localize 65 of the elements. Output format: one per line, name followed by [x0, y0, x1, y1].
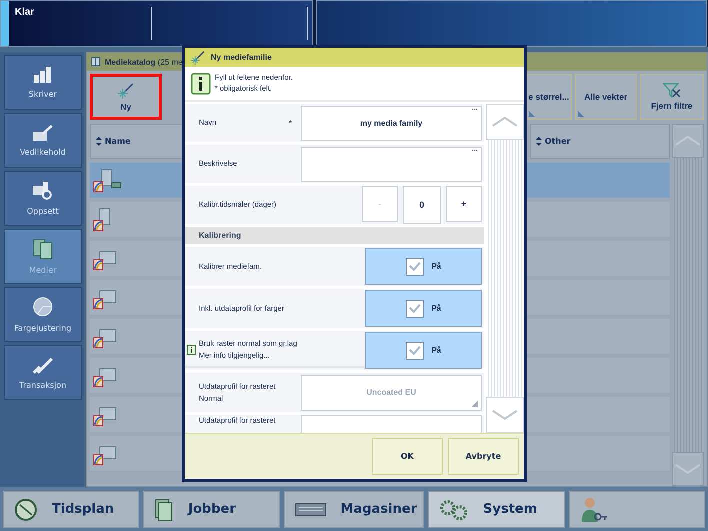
- scroll-up-button[interactable]: [672, 124, 704, 158]
- scroll-down-button[interactable]: [486, 397, 524, 433]
- nav-tab[interactable]: Tidsplan: [3, 491, 140, 528]
- color-wheel-icon: [32, 296, 54, 318]
- checkbox[interactable]: [406, 342, 424, 360]
- sidebar-item[interactable]: Oppsett: [4, 171, 82, 226]
- chevron-up-icon: [675, 136, 701, 146]
- toggle-button[interactable]: På: [365, 290, 482, 327]
- chevron-down-icon: [492, 410, 518, 420]
- sort-icon: [96, 137, 102, 146]
- column-title: Other: [545, 137, 571, 146]
- toolbar-button[interactable]: Ny: [90, 74, 162, 120]
- sidebar-item[interactable]: Skriver: [4, 55, 82, 110]
- corner-mark-icon: [578, 111, 584, 117]
- nav-tab[interactable]: Magasiner: [284, 491, 424, 528]
- book-icon: [91, 57, 101, 67]
- sidebar-item[interactable]: Transaksjon: [4, 345, 82, 400]
- check-icon: [408, 304, 421, 314]
- user-key-icon: [580, 496, 608, 524]
- nav-tab[interactable]: Jobber: [143, 491, 280, 528]
- sort-icon: [536, 137, 542, 146]
- checkbox[interactable]: [406, 258, 424, 276]
- dialog-button[interactable]: OK: [372, 438, 443, 475]
- media-icon: [92, 168, 122, 193]
- scroll-down-button[interactable]: [672, 452, 704, 486]
- column-title: Name: [105, 137, 131, 146]
- sparkle-wand-icon: [118, 82, 134, 98]
- nav-tab[interactable]: System: [428, 491, 565, 528]
- chevron-down-icon: [675, 464, 701, 474]
- section-header: Kalibrering: [185, 227, 484, 244]
- tray-icon: [294, 502, 327, 516]
- increment-button[interactable]: +: [446, 186, 482, 222]
- sidebar-item[interactable]: Vedlikehold: [4, 113, 82, 168]
- check-icon: [408, 262, 421, 272]
- panel-title: Mediekatalog (25 me: [105, 58, 183, 66]
- pages-icon: [32, 238, 54, 260]
- required-mark: *: [289, 118, 294, 128]
- info-icon[interactable]: [187, 344, 196, 354]
- clear-filter-icon: [663, 83, 681, 98]
- user-button[interactable]: [568, 491, 706, 528]
- bars-icon: [32, 66, 54, 84]
- gears-icon: [439, 498, 470, 520]
- info-icon: [191, 72, 211, 94]
- toolbar-button[interactable]: Alle vekter: [575, 74, 637, 120]
- check-icon: [408, 346, 421, 356]
- toggle-button[interactable]: På: [365, 248, 482, 285]
- toggle-button[interactable]: På: [365, 332, 482, 369]
- toolbar-button[interactable]: e størrel...: [526, 74, 572, 120]
- column-header[interactable]: Other: [530, 124, 670, 159]
- dialog-button[interactable]: Avbryte: [448, 438, 519, 475]
- sparkle-wand-icon: [191, 50, 205, 64]
- checkbox[interactable]: [406, 300, 424, 318]
- number-field[interactable]: 0: [403, 186, 441, 224]
- dialog-title: Ny mediefamilie: [211, 53, 272, 62]
- status-text: Klar: [14, 6, 36, 20]
- scroll-up-button[interactable]: [486, 104, 524, 140]
- chevron-up-icon: [492, 117, 518, 127]
- document-icon: [154, 498, 174, 522]
- wrench-icon: [31, 124, 55, 142]
- corner-mark-icon: [472, 400, 478, 406]
- corner-mark-icon: [529, 111, 535, 117]
- sidebar-item[interactable]: Fargejustering: [4, 287, 82, 342]
- gear-icon: [31, 181, 55, 201]
- status-indicator: [1, 1, 9, 46]
- toolbar-button[interactable]: Fjern filtre: [640, 74, 704, 120]
